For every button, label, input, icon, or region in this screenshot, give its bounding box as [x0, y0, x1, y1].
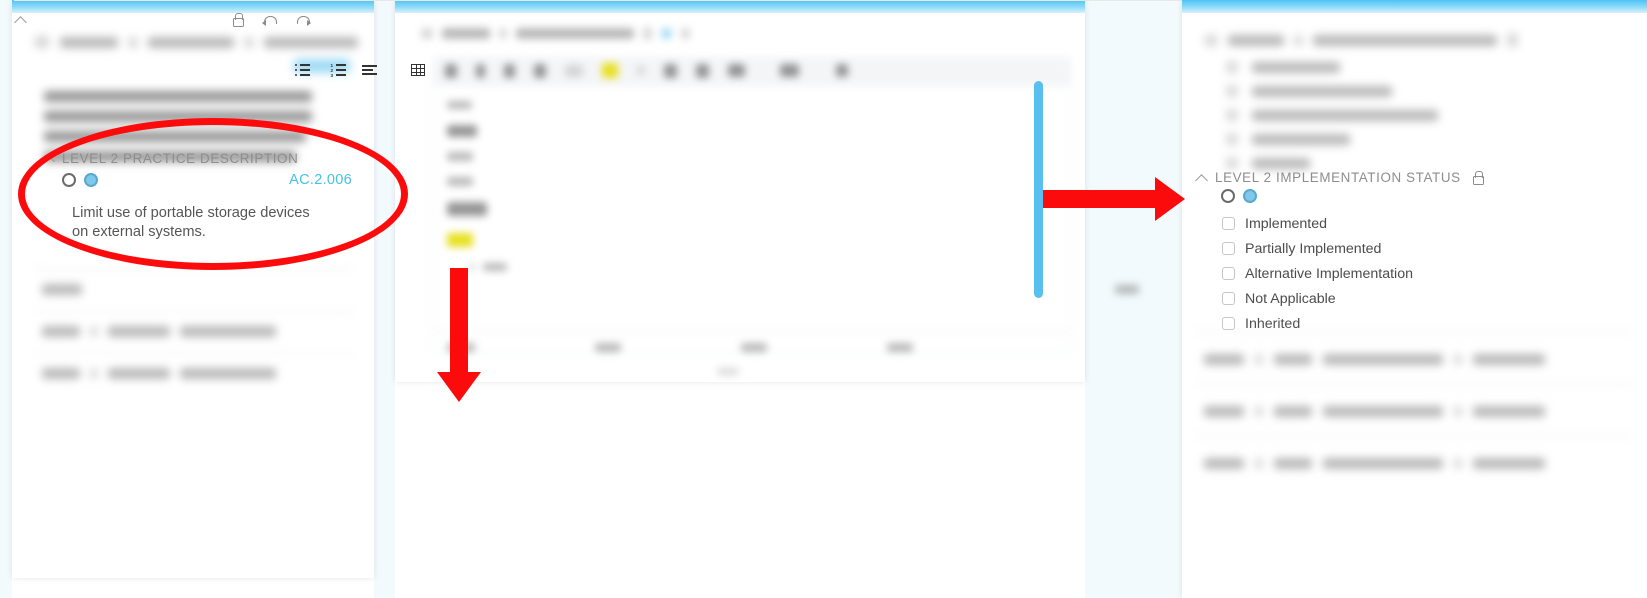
page-background-gutter-2 — [1085, 0, 1182, 598]
checkbox-label: Implemented — [1245, 215, 1328, 232]
panel-accent-bar-left — [12, 0, 374, 13]
checkbox-label: Partially Implemented — [1245, 240, 1382, 257]
checkbox-row-alternative-implementation[interactable]: Alternative Implementation — [1222, 264, 1625, 283]
lock-icon — [1472, 171, 1484, 185]
obscured-header-region-right — [1182, 13, 1647, 169]
checkbox-row-partially-implemented[interactable]: Partially Implemented — [1222, 239, 1625, 258]
obscured-breadcrumb-region-left — [12, 13, 374, 162]
status-view-toggle[interactable] — [1221, 189, 1625, 203]
practice-description-panel: LEVEL 2 PRACTICE DESCRIPTION AC.2.006 Li… — [12, 0, 374, 578]
panel-accent-bar-right — [1182, 0, 1647, 13]
radio-selected-icon[interactable] — [1243, 189, 1257, 203]
editor-vertical-scrollbar[interactable] — [1034, 81, 1043, 298]
level-2-practice-description-header[interactable]: LEVEL 2 PRACTICE DESCRIPTION — [42, 151, 352, 166]
radio-unselected-icon[interactable] — [62, 173, 76, 187]
page-background-left-margin — [0, 0, 12, 598]
level-2-practice-description-section: LEVEL 2 PRACTICE DESCRIPTION AC.2.006 Li… — [12, 151, 374, 243]
checkbox-row-implemented[interactable]: Implemented — [1222, 214, 1625, 233]
practice-description-panel-body: LEVEL 2 PRACTICE DESCRIPTION AC.2.006 Li… — [12, 13, 374, 578]
redo-icon[interactable] — [295, 13, 311, 27]
page-background-gutter-1 — [374, 0, 395, 598]
obscured-rows-region-left — [12, 261, 374, 411]
chevron-up-icon[interactable] — [14, 13, 27, 26]
obscured-text-fragment — [1115, 285, 1139, 294]
undo-icon[interactable] — [261, 13, 278, 27]
radio-selected-icon[interactable] — [84, 173, 98, 187]
implementation-status-panel-body: LEVEL 2 IMPLEMENTATION STATUS Implemente… — [1182, 13, 1647, 598]
section-title: LEVEL 2 IMPLEMENTATION STATUS — [1215, 170, 1461, 185]
chevron-up-icon[interactable] — [1195, 171, 1208, 184]
level-2-implementation-status-section: LEVEL 2 IMPLEMENTATION STATUS Implemente… — [1182, 170, 1647, 333]
radio-unselected-icon[interactable] — [1221, 189, 1235, 203]
practice-code-link[interactable]: AC.2.006 — [289, 172, 352, 188]
practice-description-text: Limit use of portable storage devices on… — [72, 205, 310, 241]
panel-accent-bar-center — [395, 0, 1085, 13]
obscured-rows-region-right — [1182, 327, 1647, 517]
implementation-status-checkbox-group: Implemented Partially Implemented Altern… — [1222, 214, 1625, 333]
chevron-up-icon[interactable] — [42, 152, 55, 165]
level-2-implementation-status-header[interactable]: LEVEL 2 IMPLEMENTATION STATUS — [1195, 170, 1625, 185]
screenshot-root: LEVEL 2 PRACTICE DESCRIPTION AC.2.006 Li… — [0, 0, 1647, 598]
checkbox-icon[interactable] — [1222, 292, 1235, 305]
implementation-status-panel: LEVEL 2 IMPLEMENTATION STATUS Implemente… — [1182, 0, 1647, 598]
checkbox-row-not-applicable[interactable]: Not Applicable — [1222, 289, 1625, 308]
checkbox-label: Not Applicable — [1245, 290, 1336, 307]
practice-description-view-toggle[interactable] — [62, 173, 98, 187]
implementation-editor-panel-obscured — [395, 0, 1139, 382]
obscured-editor-body — [395, 13, 1139, 382]
checkbox-label: Alternative Implementation — [1245, 265, 1413, 282]
checkbox-icon[interactable] — [1222, 217, 1235, 230]
obscured-editor-content — [395, 13, 1139, 382]
section-title: LEVEL 2 PRACTICE DESCRIPTION — [62, 151, 299, 166]
checkbox-icon[interactable] — [1222, 242, 1235, 255]
lock-icon — [232, 13, 244, 27]
checkbox-icon[interactable] — [1222, 267, 1235, 280]
